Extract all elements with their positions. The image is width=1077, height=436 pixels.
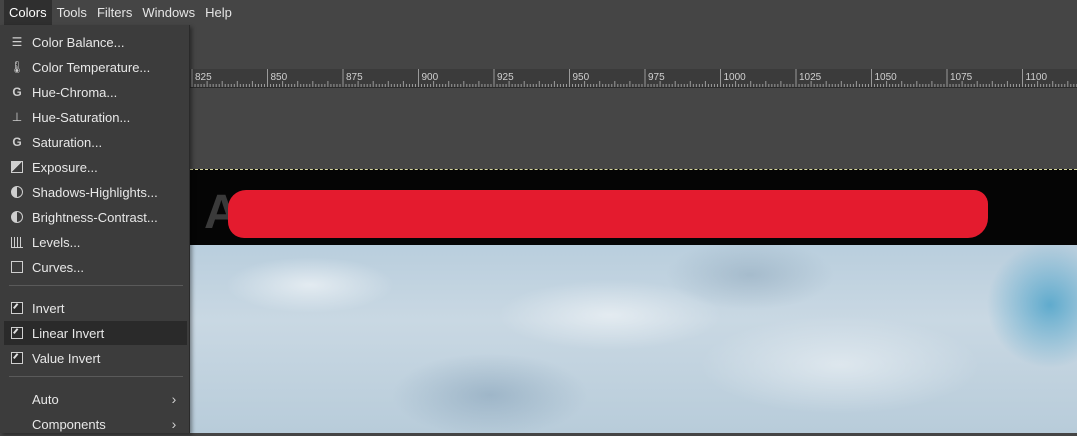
menu-item-label: Color Temperature... xyxy=(32,59,151,75)
menu-item-label: Hue-Saturation... xyxy=(32,109,131,125)
menu-item-auto[interactable]: Auto › xyxy=(4,387,187,411)
exposure-icon xyxy=(10,160,24,174)
menu-tools[interactable]: Tools xyxy=(52,0,92,25)
menu-item-levels[interactable]: Levels... xyxy=(4,230,187,254)
selection-marching-ants xyxy=(190,169,1077,170)
menu-item-shadows-highlights[interactable]: Shadows-Highlights... xyxy=(4,180,187,204)
menu-item-hue-chroma[interactable]: G Hue-Chroma... xyxy=(4,80,187,104)
ruler-label: 1100 xyxy=(1026,72,1048,83)
menu-windows[interactable]: Windows xyxy=(137,0,200,25)
color-balance-icon: ☰ xyxy=(11,35,23,49)
menu-item-label: Auto xyxy=(32,391,59,407)
levels-icon xyxy=(10,235,24,249)
brightness-contrast-icon xyxy=(10,210,24,224)
chevron-right-icon: › xyxy=(171,391,177,407)
ruler-label: 950 xyxy=(573,72,590,83)
menu-item-components[interactable]: Components › xyxy=(4,412,187,436)
menu-item-label: Saturation... xyxy=(32,134,103,150)
ruler-label: 875 xyxy=(346,72,363,83)
menu-item-invert[interactable]: Invert xyxy=(4,296,187,320)
menu-separator xyxy=(9,285,183,286)
saturation-icon: G xyxy=(12,135,22,149)
chevron-right-icon: › xyxy=(171,416,177,432)
ruler-label: 825 xyxy=(195,72,212,83)
menu-item-brightness-contrast[interactable]: Brightness-Contrast... xyxy=(4,205,187,229)
menu-item-label: Brightness-Contrast... xyxy=(32,209,158,225)
menu-item-label: Levels... xyxy=(32,234,81,250)
menubar: Colors Tools Filters Windows Help xyxy=(0,0,1077,25)
menu-item-saturation[interactable]: G Saturation... xyxy=(4,130,187,154)
menu-item-color-temperature[interactable]: 🌡 Color Temperature... xyxy=(4,55,187,79)
invert-icon xyxy=(10,301,24,315)
shadows-highlights-icon xyxy=(10,185,24,199)
menu-item-label: Shadows-Highlights... xyxy=(32,184,158,200)
menu-item-label: Invert xyxy=(32,300,65,316)
menu-item-color-balance[interactable]: ☰ Color Balance... xyxy=(4,30,187,54)
redaction-mark xyxy=(228,190,988,238)
menu-item-linear-invert[interactable]: Linear Invert xyxy=(4,321,187,345)
ruler-label: 1050 xyxy=(875,72,898,83)
ruler-label: 1075 xyxy=(950,72,973,83)
menu-item-label: Hue-Chroma... xyxy=(32,84,118,100)
menu-filters[interactable]: Filters xyxy=(92,0,137,25)
menu-colors[interactable]: Colors xyxy=(4,0,52,25)
value-invert-icon xyxy=(10,351,24,365)
hue-saturation-icon: ⊥ xyxy=(11,110,23,124)
menu-item-label: Curves... xyxy=(32,259,85,275)
menu-item-exposure[interactable]: Exposure... xyxy=(4,155,187,179)
menu-item-value-invert[interactable]: Value Invert xyxy=(4,346,187,370)
ruler-label: 1025 xyxy=(799,72,822,83)
menu-item-hue-saturation[interactable]: ⊥ Hue-Saturation... xyxy=(4,105,187,129)
horizontal-ruler[interactable]: 825 850 875 900 925 950 975 1000 1025 1050 1075 110… xyxy=(190,69,1077,88)
ruler-label: 900 xyxy=(422,72,439,83)
menu-separator xyxy=(9,376,183,377)
menu-item-label: Linear Invert xyxy=(32,325,105,341)
hue-chroma-icon: G xyxy=(12,85,22,99)
image-banner: A xyxy=(190,169,1077,245)
curves-icon xyxy=(10,260,24,274)
colors-dropdown-menu: ☰ Color Balance... 🌡 Color Temperature..… xyxy=(0,25,190,433)
menu-item-label: Color Balance... xyxy=(32,34,125,50)
ruler-label: 1000 xyxy=(724,72,747,83)
color-temperature-icon: 🌡 xyxy=(9,60,25,74)
image-photo xyxy=(190,245,1077,433)
ruler-label: 975 xyxy=(648,72,665,83)
menu-item-label: Exposure... xyxy=(32,159,98,175)
blank-icon xyxy=(10,392,24,406)
linear-invert-icon xyxy=(10,326,24,340)
ruler-ticks: 825 850 875 900 925 950 975 1000 1025 1050 1075 110… xyxy=(191,69,1077,87)
menu-item-label: Value Invert xyxy=(32,350,101,366)
menu-item-curves[interactable]: Curves... xyxy=(4,255,187,279)
blank-icon xyxy=(10,417,24,431)
image-layer[interactable]: A xyxy=(190,169,1077,433)
ruler-label: 850 xyxy=(271,72,288,83)
ruler-label: 925 xyxy=(497,72,514,83)
menu-help[interactable]: Help xyxy=(200,0,237,25)
menu-item-label: Components xyxy=(32,416,106,432)
